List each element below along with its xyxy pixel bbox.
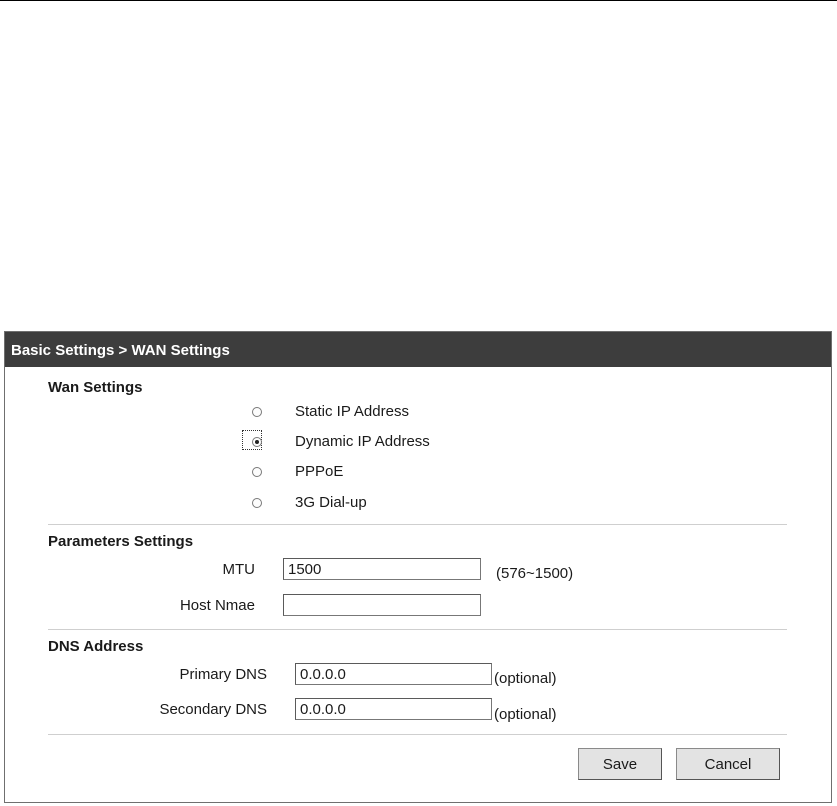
radio-3g-dialup[interactable]: [252, 498, 262, 508]
host-name-input[interactable]: [283, 594, 481, 616]
primary-dns-input[interactable]: [295, 663, 492, 685]
option-3g-dialup-label[interactable]: 3G Dial-up: [295, 494, 367, 511]
radio-static-ip[interactable]: [252, 407, 262, 417]
wan-settings-panel: Basic Settings > WAN Settings Wan Settin…: [4, 331, 832, 803]
host-name-label: Host Nmae: [179, 597, 255, 614]
option-static-ip-label[interactable]: Static IP Address: [295, 403, 409, 420]
top-rule: [0, 0, 837, 1]
section-divider: [48, 734, 787, 735]
secondary-dns-optional-hint: (optional): [494, 706, 557, 723]
section-divider: [48, 524, 787, 525]
parameters-settings-title: Parameters Settings: [48, 533, 194, 550]
primary-dns-optional-hint: (optional): [494, 670, 557, 687]
section-divider: [48, 629, 787, 630]
wan-settings-title: Wan Settings: [48, 379, 143, 396]
primary-dns-label: Primary DNS: [179, 666, 267, 683]
breadcrumb: Basic Settings > WAN Settings: [5, 332, 831, 367]
save-button[interactable]: Save: [578, 748, 662, 780]
mtu-input[interactable]: [283, 558, 481, 580]
option-dynamic-ip-label[interactable]: Dynamic IP Address: [295, 433, 430, 450]
cancel-button[interactable]: Cancel: [676, 748, 780, 780]
mtu-range-hint: (576~1500): [496, 565, 574, 582]
mtu-label: MTU: [222, 561, 256, 578]
option-pppoe-label[interactable]: PPPoE: [295, 463, 343, 480]
radio-dynamic-ip[interactable]: [252, 437, 262, 447]
secondary-dns-input[interactable]: [295, 698, 492, 720]
radio-pppoe[interactable]: [252, 467, 262, 477]
secondary-dns-label: Secondary DNS: [159, 701, 267, 718]
dns-address-title: DNS Address: [48, 638, 144, 655]
